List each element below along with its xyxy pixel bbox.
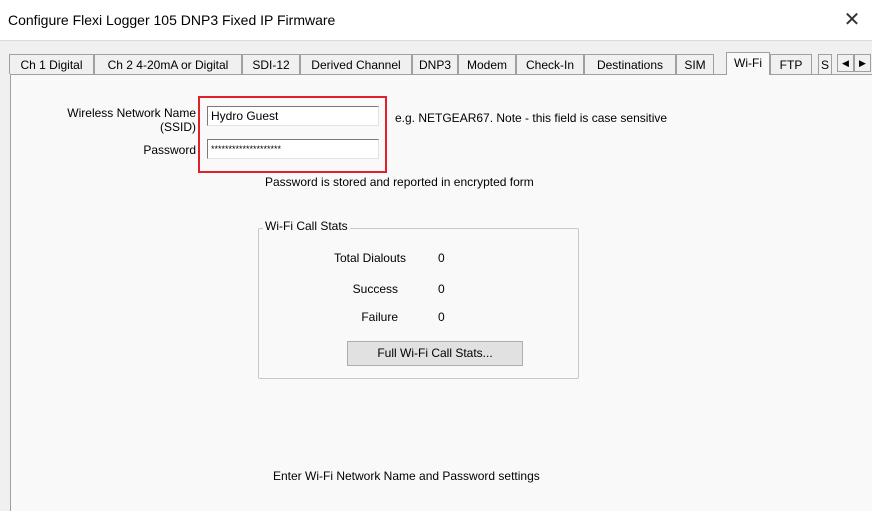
credentials-highlight-box (198, 96, 387, 173)
tab-dnp3[interactable]: DNP3 (412, 54, 458, 74)
ssid-label-line1: Wireless Network Name (67, 106, 196, 120)
total-dialouts-label: Total Dialouts (333, 251, 406, 265)
success-label: Success (352, 282, 398, 296)
wifi-call-stats-title: Wi-Fi Call Stats (263, 219, 350, 233)
scroll-left-icon[interactable]: ◀ (837, 54, 854, 72)
tab-wifi[interactable]: Wi-Fi (726, 52, 770, 75)
tab-s-partial[interactable]: S (818, 54, 832, 74)
tab-strip: Ch 1 Digital Ch 2 4-20mA or Digital SDI-… (9, 52, 872, 75)
wifi-tab-panel: Wireless Network Name (SSID) e.g. NETGEA… (10, 74, 872, 511)
total-dialouts-value: 0 (438, 251, 445, 265)
tab-sdi-12[interactable]: SDI-12 (242, 54, 300, 74)
password-label: Password (143, 143, 196, 157)
tab-check-in[interactable]: Check-In (516, 54, 584, 74)
tab-scroll-arrows: ◀ ▶ (837, 54, 871, 72)
close-icon[interactable]: ✕ (840, 8, 864, 32)
scroll-right-icon[interactable]: ▶ (854, 54, 871, 72)
window-title: Configure Flexi Logger 105 DNP3 Fixed IP… (8, 12, 336, 28)
tab-ch1-digital[interactable]: Ch 1 Digital (9, 54, 94, 74)
title-bar: Configure Flexi Logger 105 DNP3 Fixed IP… (0, 0, 872, 40)
tab-sim[interactable]: SIM (676, 54, 714, 74)
dialog-body: Ch 1 Digital Ch 2 4-20mA or Digital SDI-… (0, 40, 872, 511)
ssid-label-line2: (SSID) (160, 120, 196, 134)
password-encrypted-note: Password is stored and reported in encry… (265, 175, 534, 189)
failure-label: Failure (361, 310, 398, 324)
ssid-label: Wireless Network Name (SSID) (31, 106, 196, 134)
footer-hint: Enter Wi-Fi Network Name and Password se… (273, 469, 540, 483)
tab-derived-channel[interactable]: Derived Channel (300, 54, 412, 74)
full-wifi-call-stats-button[interactable]: Full Wi-Fi Call Stats... (347, 341, 523, 366)
tab-ch2-4-20ma[interactable]: Ch 2 4-20mA or Digital (94, 54, 242, 74)
failure-value: 0 (438, 310, 445, 324)
tab-ftp[interactable]: FTP (770, 54, 812, 74)
success-value: 0 (438, 282, 445, 296)
tab-destinations[interactable]: Destinations (584, 54, 676, 74)
tab-modem[interactable]: Modem (458, 54, 516, 74)
ssid-hint: e.g. NETGEAR67. Note - this field is cas… (395, 111, 668, 125)
